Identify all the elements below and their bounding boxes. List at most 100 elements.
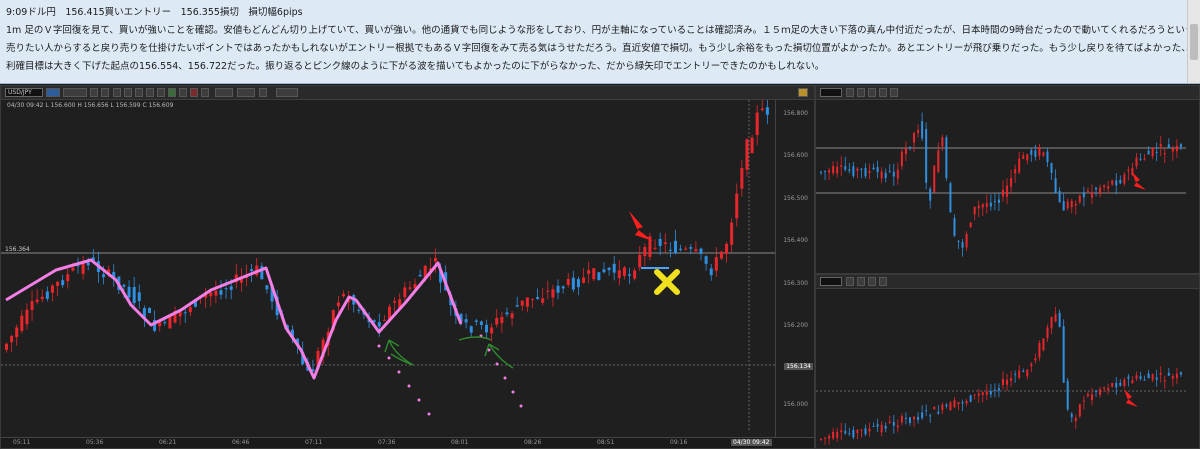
tool-button[interactable] (857, 88, 865, 97)
pink-projection-dot (397, 370, 401, 374)
candle-body (1123, 379, 1126, 387)
tool-button[interactable] (879, 88, 887, 97)
candle-body (997, 199, 1000, 203)
lock-icon[interactable] (798, 88, 808, 97)
candle-body (929, 415, 932, 417)
tool-button[interactable] (846, 277, 854, 286)
tool-button[interactable] (846, 88, 854, 97)
candle-body (679, 248, 683, 250)
candle-body (876, 424, 879, 427)
candle-body (571, 277, 575, 290)
timeframe-button[interactable] (46, 88, 60, 97)
candle-body (1074, 203, 1077, 206)
side-top-symbol[interactable] (820, 88, 842, 97)
candle-body (1139, 376, 1142, 379)
tool-button[interactable] (276, 88, 298, 97)
candle-body (1135, 157, 1138, 167)
candle-body (1179, 144, 1182, 147)
candle-body (933, 165, 936, 193)
stop-loss-x-icon (654, 269, 680, 295)
candle-body (961, 402, 964, 404)
tool-button[interactable] (857, 277, 865, 286)
candle-body (1147, 373, 1150, 379)
candle-body (892, 171, 895, 177)
tool-button[interactable] (113, 88, 121, 97)
candle-body (551, 289, 555, 298)
candle-body (1002, 189, 1004, 197)
candle-body (1119, 382, 1122, 386)
candle-body (689, 247, 693, 249)
tool-button[interactable] (135, 88, 143, 97)
candle-body (1082, 400, 1085, 402)
candle-body (61, 280, 65, 286)
side-chart-bottom[interactable] (815, 274, 1200, 449)
green-entry-arrow (458, 336, 514, 369)
candle-body (709, 268, 713, 276)
tool-button[interactable] (101, 88, 109, 97)
candle-body (1167, 144, 1170, 148)
tool-button[interactable] (157, 88, 165, 97)
tool-button[interactable] (879, 277, 887, 286)
candle-body (985, 203, 988, 208)
symbol-select[interactable]: USD/JPY (5, 88, 43, 97)
pink-wave-line (5, 258, 463, 380)
red-arrow-icon (1124, 389, 1138, 407)
candle-body (820, 171, 822, 173)
main-chart-toolbar: USD/JPY (1, 86, 814, 100)
candle-body (921, 412, 924, 418)
tool-button[interactable] (215, 88, 233, 97)
candle-body (828, 170, 831, 173)
tool-button[interactable] (201, 88, 209, 97)
pink-projection-dot (387, 356, 391, 360)
tool-button[interactable] (259, 88, 267, 97)
candle-body (464, 319, 468, 323)
candle-body (704, 256, 708, 264)
candle-body (1163, 380, 1166, 382)
candle-body (1095, 390, 1098, 392)
notes-line-1: 9:09ドル円 156.415買いエントリー 156.355損切 損切幅6pip… (6, 7, 303, 18)
tool-button[interactable] (168, 88, 176, 97)
candle-body (1127, 169, 1130, 171)
notes-scrollbar[interactable] (1187, 0, 1200, 83)
tool-button[interactable] (179, 88, 187, 97)
candle-body (1058, 190, 1061, 203)
pink-projection-dot (407, 384, 411, 388)
tool-button[interactable] (90, 88, 98, 97)
tool-button[interactable] (237, 88, 255, 97)
candle-body (1066, 380, 1069, 410)
candle-body (25, 309, 29, 325)
side-chart-top[interactable] (815, 85, 1200, 274)
main-chart-panel[interactable]: USD/JPY 04/30 09:42 L 156.600 H 156.656 … (0, 85, 815, 449)
candle-body (628, 274, 632, 276)
tool-button[interactable] (190, 88, 198, 97)
tool-button[interactable] (890, 88, 898, 97)
candle-body (719, 251, 723, 259)
candle-body (1135, 375, 1138, 379)
candle-body (382, 319, 386, 321)
candle-body (1175, 145, 1178, 152)
tool-button[interactable] (146, 88, 154, 97)
candle-body (183, 312, 187, 314)
scrollbar-thumb[interactable] (1190, 24, 1198, 60)
candle-body (1107, 388, 1110, 391)
tool-button[interactable] (868, 277, 876, 286)
candle-body (418, 274, 422, 277)
candle-body (989, 391, 992, 395)
candle-body (1038, 147, 1041, 156)
candle-body (965, 233, 968, 248)
side-bottom-symbol[interactable] (820, 277, 842, 286)
candle-body (820, 438, 822, 440)
tool-button[interactable] (124, 88, 132, 97)
candle-body (546, 290, 550, 292)
candle-body (35, 299, 39, 303)
candle-body (989, 202, 992, 207)
candle-body (1030, 363, 1033, 367)
candle-body (949, 402, 952, 411)
chart-type-button[interactable] (63, 88, 87, 97)
candle-body (393, 301, 397, 303)
tool-button[interactable] (868, 88, 876, 97)
candle-body (836, 166, 839, 174)
candle-body (1115, 383, 1118, 388)
candle-body (937, 150, 940, 172)
time-axis: 05:11 05:36 06:21 06:46 07:11 07:36 08:0… (1, 437, 814, 448)
